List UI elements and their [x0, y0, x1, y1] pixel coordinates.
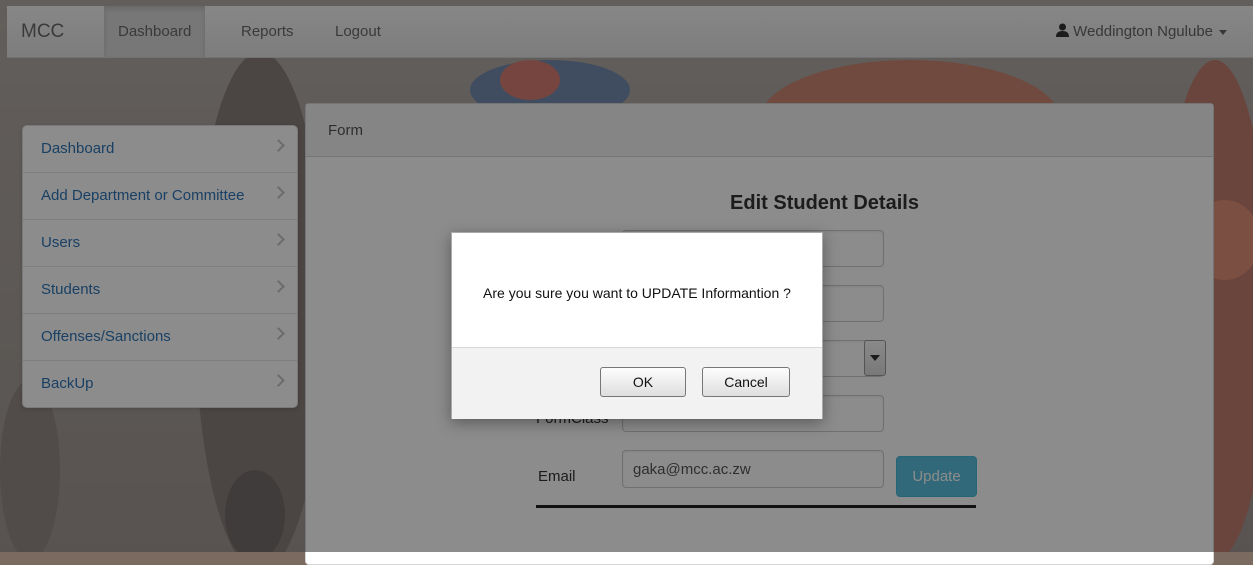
cancel-button[interactable]: Cancel [702, 367, 790, 397]
ok-button[interactable]: OK [600, 367, 686, 397]
confirm-dialog: Are you sure you want to UPDATE Informan… [451, 232, 823, 419]
dialog-message: Are you sure you want to UPDATE Informan… [483, 285, 791, 301]
dialog-footer: OK Cancel [452, 347, 822, 419]
